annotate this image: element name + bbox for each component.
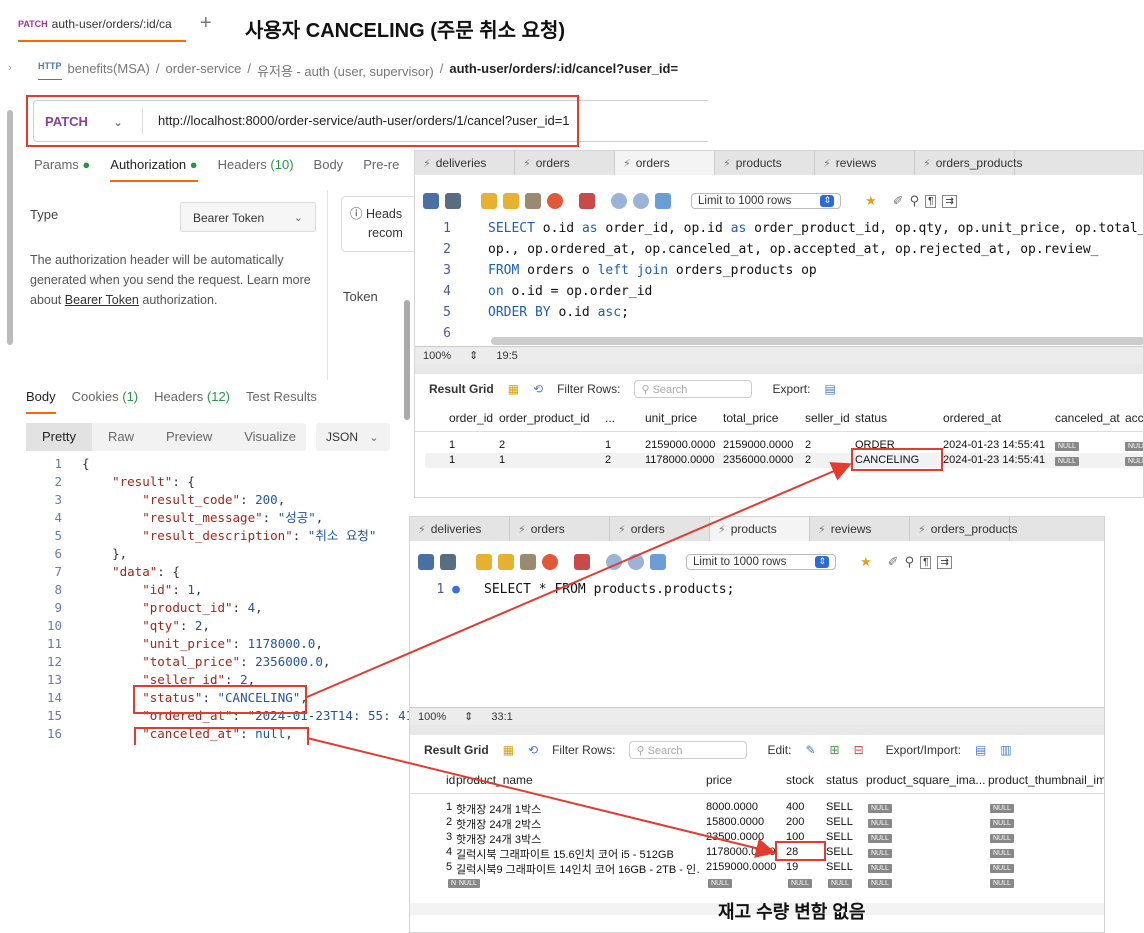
arrow-to-canceling <box>306 462 852 698</box>
arrow-to-stock <box>306 737 776 858</box>
highlight-canceling-cell <box>851 448 943 471</box>
annotation-arrows <box>306 448 943 861</box>
highlight-stock-cell <box>775 841 826 861</box>
